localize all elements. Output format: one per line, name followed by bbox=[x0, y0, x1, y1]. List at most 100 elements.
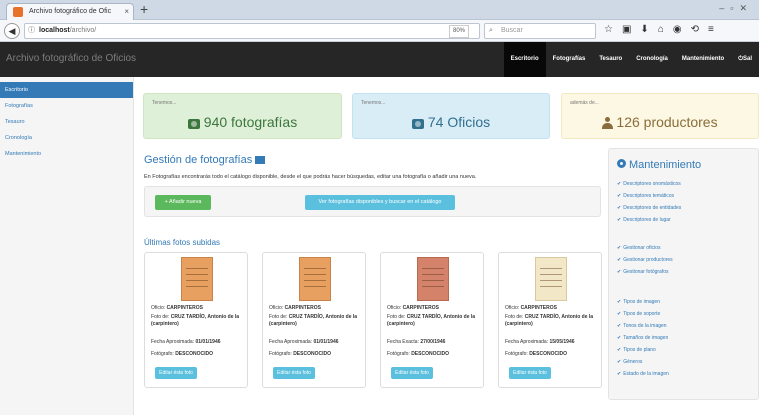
card-oficio: Oficio: CARPINTEROS bbox=[505, 305, 557, 311]
maintenance-title-text: Mantenimiento bbox=[629, 159, 702, 171]
maintenance-link[interactable]: ✔ Estado de la imagen bbox=[617, 371, 669, 377]
tab-close-icon[interactable]: × bbox=[124, 4, 129, 19]
download-icon[interactable]: ⬇ bbox=[640, 24, 657, 35]
photo-card: Oficio: CARPINTEROS Foto de: CRUZ TARDÍO… bbox=[144, 252, 248, 388]
toolbar-icons[interactable]: ☆▣⬇⌂◉⟲≡ bbox=[604, 24, 723, 35]
clipboard-icon[interactable]: ▣ bbox=[622, 24, 640, 35]
photo-card: Oficio: CARPINTEROS Foto de: CRUZ TARDÍO… bbox=[380, 252, 484, 388]
photo-thumbnail[interactable] bbox=[181, 257, 213, 301]
menu-item-tesauro[interactable]: Tesauro bbox=[592, 42, 629, 77]
app-navbar: Archivo fotográfico de Oficios Escritori… bbox=[0, 42, 759, 77]
gestion-actions: + Añadir nueva Ver fotografías disponibl… bbox=[144, 186, 601, 217]
check-icon: ✔ bbox=[617, 269, 622, 275]
card-oficio: Oficio: CARPINTEROS bbox=[151, 305, 203, 311]
sidebar-item-escritorio[interactable]: Escritorio bbox=[0, 82, 133, 98]
check-icon: ✔ bbox=[617, 335, 622, 341]
card-fotografo: Fotógrafo: DESCONOCIDO bbox=[387, 351, 449, 357]
menu-item-fotografias[interactable]: Fotografías bbox=[546, 42, 593, 77]
check-icon: ✔ bbox=[617, 193, 622, 199]
favicon-icon bbox=[13, 7, 23, 17]
new-tab-button[interactable]: + bbox=[140, 1, 148, 18]
edit-photo-button[interactable]: Editar ésta foto bbox=[509, 367, 551, 379]
back-arrow-icon[interactable]: ◀ bbox=[4, 23, 20, 39]
window-controls[interactable]: –▫✕ bbox=[719, 3, 753, 14]
maintenance-link[interactable]: ✔ Descriptores de lugar bbox=[617, 217, 671, 223]
check-icon: ✔ bbox=[617, 371, 622, 377]
pocket-icon[interactable]: ◉ bbox=[673, 24, 691, 35]
card-fecha: Fecha Exacta: 27/00/1946 bbox=[387, 339, 446, 345]
search-icon: ⌕ bbox=[489, 27, 493, 34]
gear-icon bbox=[617, 159, 626, 168]
maintenance-link[interactable]: ✔ Descriptores onomásticos bbox=[617, 181, 681, 187]
card-fecha: Fecha Aproximada: 01/01/1946 bbox=[269, 339, 339, 345]
add-new-button[interactable]: + Añadir nueva bbox=[155, 195, 211, 210]
sidebar-item-tesauro[interactable]: Tesauro bbox=[0, 114, 133, 130]
menu-item-mantenimiento[interactable]: Mantenimiento bbox=[675, 42, 731, 77]
photo-card: Oficio: CARPINTEROS Foto de: CRUZ TARDÍO… bbox=[262, 252, 366, 388]
edit-photo-button[interactable]: Editar ésta foto bbox=[273, 367, 315, 379]
check-icon: ✔ bbox=[617, 311, 622, 317]
camera-icon bbox=[411, 119, 424, 129]
stat-caption: Tenemos... bbox=[361, 100, 386, 106]
check-icon: ✔ bbox=[617, 245, 622, 251]
sidebar-item-fotografias[interactable]: Fotografías bbox=[0, 98, 133, 114]
photo-thumbnail[interactable] bbox=[299, 257, 331, 301]
menu-item-escritorio[interactable]: Escritorio bbox=[503, 42, 546, 77]
card-foto-de: Foto de: CRUZ TARDÍO, Antonio de la (car… bbox=[387, 314, 476, 327]
gestion-description: En Fotografías encontrarás todo el catál… bbox=[144, 174, 477, 180]
search-placeholder: Buscar bbox=[501, 27, 523, 34]
check-icon: ✔ bbox=[617, 299, 622, 305]
maintenance-panel: Mantenimiento ✔ Descriptores onomásticos … bbox=[608, 148, 759, 400]
card-fotografo: Fotógrafo: DESCONOCIDO bbox=[151, 351, 213, 357]
menu-icon[interactable]: ≡ bbox=[708, 24, 723, 35]
maintenance-link[interactable]: ✔ Gestionar fotógrafos bbox=[617, 269, 669, 275]
home-icon[interactable]: ⌂ bbox=[658, 24, 673, 35]
photo-thumbnail[interactable] bbox=[417, 257, 449, 301]
maintenance-link[interactable]: ✔ Géneros bbox=[617, 359, 642, 365]
browse-catalog-button[interactable]: Ver fotografías disponibles y buscar en … bbox=[305, 195, 455, 210]
stat-value: 74 Oficios bbox=[427, 114, 491, 130]
search-input[interactable]: ⌕ Buscar bbox=[484, 23, 596, 39]
card-fecha: Fecha Aproximada: 01/01/1946 bbox=[151, 339, 221, 345]
user-icon bbox=[602, 117, 614, 129]
info-icon[interactable]: ⓘ bbox=[28, 24, 35, 38]
top-menu: Escritorio Fotografías Tesauro Cronologí… bbox=[503, 42, 759, 77]
card-foto-de: Foto de: CRUZ TARDÍO, Antonio de la (car… bbox=[151, 314, 240, 327]
browser-tab[interactable]: Archivo fotográfico de Ofic × bbox=[6, 3, 134, 20]
sidebar-item-mantenimiento[interactable]: Mantenimiento bbox=[0, 146, 133, 162]
edit-photo-button[interactable]: Editar ésta foto bbox=[391, 367, 433, 379]
camera-icon bbox=[187, 119, 200, 129]
check-icon: ✔ bbox=[617, 347, 622, 353]
menu-item-cronologia[interactable]: Cronología bbox=[629, 42, 675, 77]
address-bar[interactable]: ⓘ localhost/archivo/ 80% ↻ bbox=[24, 23, 491, 39]
check-icon: ✔ bbox=[617, 205, 622, 211]
stat-caption: Tenemos... bbox=[152, 100, 177, 106]
maintenance-link[interactable]: ✔ Gestionar productores bbox=[617, 257, 673, 263]
photo-thumbnail[interactable] bbox=[535, 257, 567, 301]
stat-value: 940 fotografías bbox=[203, 114, 298, 130]
maintenance-link[interactable]: ✔ Tamaños de imagen bbox=[617, 335, 668, 341]
gestion-title-text: Gestión de fotografías bbox=[144, 154, 253, 166]
app-brand[interactable]: Archivo fotográfico de Oficios bbox=[6, 53, 136, 64]
edit-photo-button[interactable]: Editar ésta foto bbox=[155, 367, 197, 379]
maintenance-link[interactable]: ✔ Tonos de la imagen bbox=[617, 323, 667, 329]
maintenance-link[interactable]: ✔ Tipos de imagen bbox=[617, 299, 660, 305]
menu-item-salir[interactable]: ⏻Sal bbox=[731, 42, 759, 77]
sidebar-item-cronologia[interactable]: Cronología bbox=[0, 130, 133, 146]
zoom-level[interactable]: 80% bbox=[449, 25, 470, 38]
card-foto-de: Foto de: CRUZ TARDÍO, Antonio de la (car… bbox=[505, 314, 594, 327]
star-icon[interactable]: ☆ bbox=[604, 24, 622, 35]
sidebar: Escritorio Fotografías Tesauro Cronologí… bbox=[0, 77, 134, 415]
maintenance-link[interactable]: ✔ Descriptores temáticos bbox=[617, 193, 674, 199]
maintenance-link[interactable]: ✔ Descriptores de entidades bbox=[617, 205, 681, 211]
check-icon: ✔ bbox=[617, 181, 622, 187]
section-title-gestion: Gestión de fotografías bbox=[144, 154, 266, 166]
maintenance-link[interactable]: ✔ Gestionar oficios bbox=[617, 245, 660, 251]
maintenance-link[interactable]: ✔ Tipos de soporte bbox=[617, 311, 660, 317]
sync-icon[interactable]: ⟲ bbox=[691, 24, 708, 35]
stat-panel-fotografias: Tenemos... 940 fotografías bbox=[143, 93, 342, 139]
maintenance-link[interactable]: ✔ Tipos de plano bbox=[617, 347, 656, 353]
card-oficio: Oficio: CARPINTEROS bbox=[269, 305, 321, 311]
picture-icon bbox=[255, 156, 266, 164]
maintenance-title: Mantenimiento bbox=[617, 159, 701, 171]
